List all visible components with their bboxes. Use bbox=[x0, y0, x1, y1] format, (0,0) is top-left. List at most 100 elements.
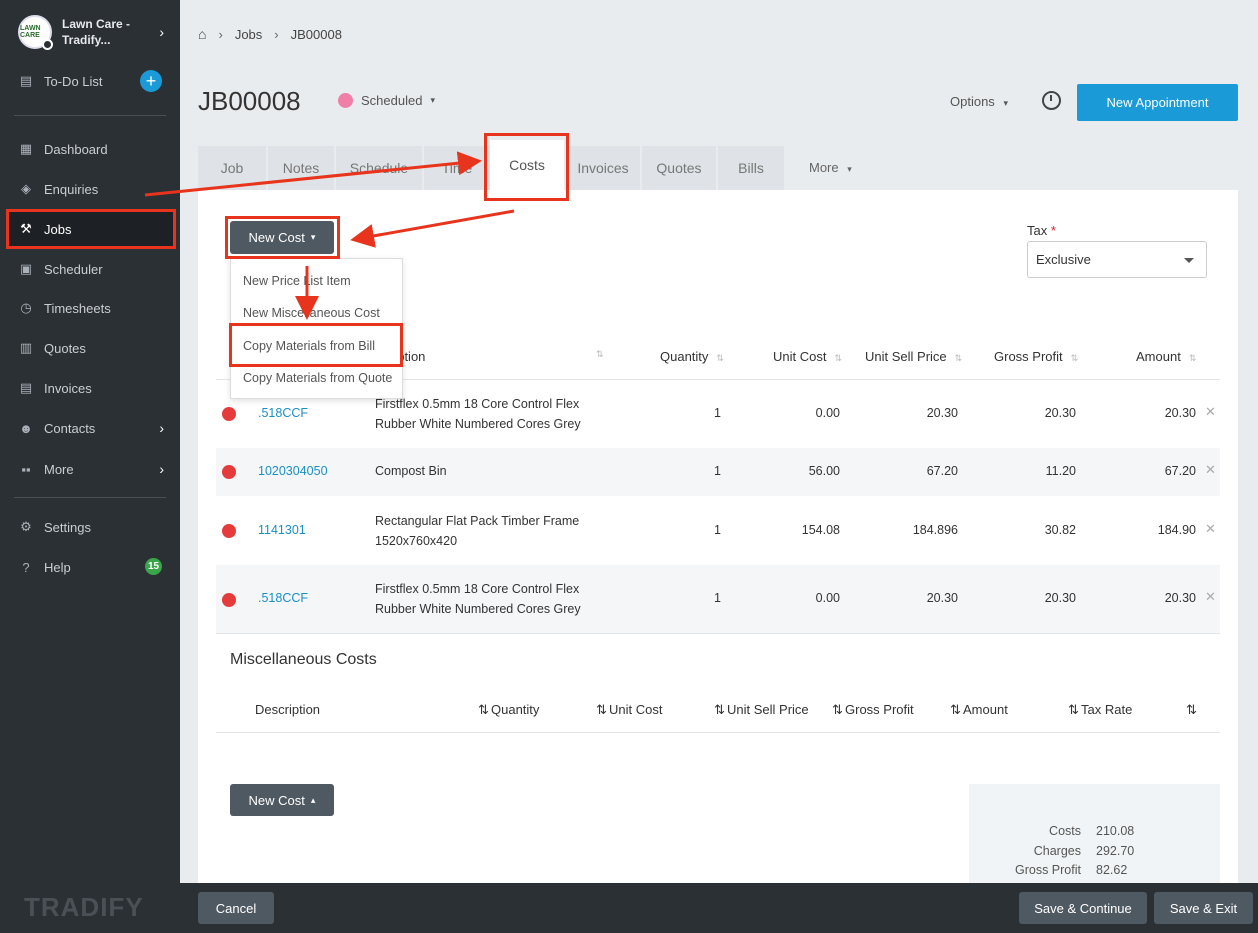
status-dot bbox=[338, 93, 353, 108]
delete-icon[interactable]: ✕ bbox=[1205, 521, 1216, 537]
item-description: Firstflex 0.5mm 18 Core Control Flex bbox=[375, 397, 580, 411]
users-icon: ☻ bbox=[19, 420, 33, 436]
cancel-button[interactable]: Cancel bbox=[198, 892, 274, 924]
item-unit-sell: 184.896 bbox=[912, 523, 958, 537]
item-code-link[interactable]: .518CCF bbox=[258, 403, 308, 423]
sort-icon[interactable]: ⇅ bbox=[596, 349, 604, 360]
annotation-box-copy-bill bbox=[229, 323, 403, 367]
sidebar-item-contacts[interactable]: ☻ Contacts › bbox=[0, 408, 180, 448]
status-dot bbox=[222, 593, 236, 607]
misc-header-description[interactable]: Description bbox=[255, 702, 320, 717]
status-dropdown[interactable]: Scheduled ▾ bbox=[338, 93, 435, 108]
summary-costs-label: Costs bbox=[1049, 824, 1081, 838]
menu-item-copy-from-quote[interactable]: Copy Materials from Quote bbox=[243, 371, 392, 385]
item-amount: 20.30 bbox=[1164, 591, 1196, 605]
misc-header-quantity[interactable]: Quantity bbox=[491, 702, 539, 717]
tax-label: Tax * bbox=[1027, 223, 1056, 238]
summary-charges-label: Charges bbox=[1033, 844, 1081, 858]
save-exit-button[interactable]: Save & Exit bbox=[1154, 892, 1253, 924]
status-dot bbox=[222, 524, 236, 538]
sort-icon[interactable]: ⇅ bbox=[1186, 702, 1197, 718]
options-menu[interactable]: Options ▾ bbox=[950, 94, 1008, 109]
add-todo-button[interactable]: + bbox=[140, 70, 162, 92]
gear-icon: ⚙ bbox=[20, 519, 32, 534]
delete-icon[interactable]: ✕ bbox=[1205, 404, 1216, 420]
sidebar-item-settings[interactable]: ⚙ Settings bbox=[0, 507, 180, 547]
sidebar-item-label: Quotes bbox=[44, 340, 86, 356]
tab-quotes[interactable]: Quotes bbox=[642, 146, 716, 190]
item-gross-profit: 11.20 bbox=[1045, 464, 1076, 478]
calculator-icon: ▥ bbox=[19, 340, 33, 355]
status-label: Scheduled bbox=[361, 93, 423, 108]
table-divider bbox=[216, 732, 1220, 733]
summary-charges-value: 292.70 bbox=[1096, 844, 1135, 858]
account-name: Lawn Care - Tradify... bbox=[62, 17, 131, 47]
sort-icon[interactable]: ⇅ bbox=[950, 702, 961, 718]
sidebar-item-timesheets[interactable]: ◷ Timesheets bbox=[0, 288, 180, 328]
account-switcher[interactable]: LAWN CARE Lawn Care - Tradify... › bbox=[0, 0, 180, 64]
item-code-link[interactable]: 1020304050 bbox=[258, 461, 328, 481]
item-code-link[interactable]: 1141301 bbox=[258, 520, 306, 540]
item-description: Rubber White Numbered Cores Grey bbox=[375, 602, 581, 616]
sort-icon[interactable]: ⇅ bbox=[478, 702, 489, 718]
sidebar-item-more[interactable]: ▪▪ More › bbox=[0, 449, 180, 489]
tab-notes[interactable]: Notes bbox=[268, 146, 334, 190]
tab-time[interactable]: Time bbox=[424, 146, 490, 190]
new-cost-label: New Cost bbox=[248, 792, 305, 808]
annotation-box-costs-tab bbox=[484, 133, 569, 201]
sidebar-item-enquiries[interactable]: ◈ Enquiries bbox=[0, 169, 180, 209]
column-header-unit-sell-price[interactable]: Unit Sell Price ⇅ bbox=[865, 349, 962, 364]
column-header-gross-profit[interactable]: Gross Profit ⇅ bbox=[994, 349, 1078, 364]
misc-header-gross-profit[interactable]: Gross Profit bbox=[845, 702, 914, 717]
table-row: 1020304050 Compost Bin 1 56.00 67.20 11.… bbox=[216, 448, 1220, 496]
menu-item-new-misc-cost[interactable]: New Miscellaneous Cost bbox=[243, 306, 380, 320]
tab-schedule[interactable]: Schedule bbox=[336, 146, 422, 190]
tab-invoices[interactable]: Invoices bbox=[566, 146, 640, 190]
summary-gp-value: 82.62 bbox=[1096, 863, 1128, 877]
sort-icon[interactable]: ⇅ bbox=[714, 702, 725, 718]
item-amount: 67.20 bbox=[1164, 464, 1196, 478]
column-header-amount[interactable]: Amount ⇅ bbox=[1136, 349, 1196, 364]
sidebar-item-quotes[interactable]: ▥ Quotes bbox=[0, 328, 180, 368]
caret-down-icon: ▾ bbox=[847, 164, 852, 174]
item-code-link[interactable]: .518CCF bbox=[258, 588, 308, 608]
item-unit-sell: 20.30 bbox=[926, 406, 958, 420]
misc-header-unit-sell-price[interactable]: Unit Sell Price bbox=[727, 702, 809, 717]
home-icon[interactable]: ⌂ bbox=[198, 26, 206, 42]
item-description: Firstflex 0.5mm 18 Core Control Flex bbox=[375, 582, 580, 596]
sort-icon[interactable]: ⇅ bbox=[832, 702, 843, 718]
new-cost-button-bottom[interactable]: New Cost ▴ bbox=[230, 784, 334, 816]
sort-icon[interactable]: ⇅ bbox=[596, 702, 607, 718]
tax-select[interactable]: Exclusive bbox=[1027, 241, 1207, 278]
column-header-quantity[interactable]: Quantity ⇅ bbox=[660, 349, 724, 364]
help-badge: 15 bbox=[145, 558, 162, 575]
sort-icon[interactable]: ⇅ bbox=[1068, 702, 1079, 718]
delete-icon[interactable]: ✕ bbox=[1205, 589, 1216, 605]
column-header-unit-cost[interactable]: Unit Cost ⇅ bbox=[773, 349, 842, 364]
sidebar-item-scheduler[interactable]: ▣ Scheduler bbox=[0, 249, 180, 289]
company-logo: LAWN CARE bbox=[18, 15, 53, 50]
misc-header-amount[interactable]: Amount bbox=[963, 702, 1008, 717]
item-gross-profit: 30.82 bbox=[1044, 523, 1076, 537]
sidebar-item-jobs[interactable]: ⚒ Jobs bbox=[6, 209, 176, 249]
tab-more[interactable]: More ▾ bbox=[809, 160, 852, 175]
misc-header-tax-rate[interactable]: Tax Rate bbox=[1081, 702, 1132, 717]
item-unit-cost: 0.00 bbox=[815, 591, 840, 605]
sidebar-item-dashboard[interactable]: ▦ Dashboard bbox=[0, 129, 180, 169]
breadcrumb-current: JB00008 bbox=[290, 26, 342, 42]
history-clock-icon[interactable] bbox=[1042, 91, 1061, 110]
tab-bills[interactable]: Bills bbox=[718, 146, 784, 190]
new-appointment-button[interactable]: New Appointment bbox=[1077, 84, 1238, 121]
delete-icon[interactable]: ✕ bbox=[1205, 462, 1216, 478]
hammer-icon: ⚒ bbox=[20, 221, 32, 236]
misc-header-unit-cost[interactable]: Unit Cost bbox=[609, 702, 662, 717]
caret-down-icon: ▾ bbox=[430, 95, 435, 105]
save-continue-button[interactable]: Save & Continue bbox=[1019, 892, 1147, 924]
logo-text: LAWN CARE bbox=[20, 25, 41, 39]
sidebar-item-invoices[interactable]: ▤ Invoices bbox=[0, 368, 180, 408]
summary-costs-value: 210.08 bbox=[1096, 824, 1135, 838]
tab-job[interactable]: Job bbox=[198, 146, 266, 190]
menu-item-new-price-list-item[interactable]: New Price List Item bbox=[243, 274, 351, 288]
chevron-right-icon: › bbox=[159, 420, 164, 436]
breadcrumb-jobs[interactable]: Jobs bbox=[235, 27, 262, 42]
